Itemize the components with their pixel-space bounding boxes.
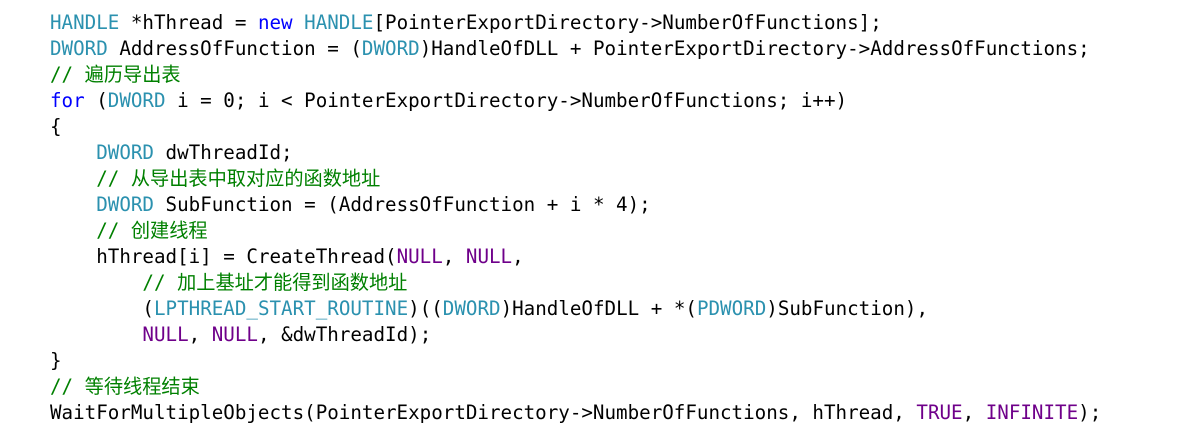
code-editor: HANDLE *hThread = new HANDLE[PointerExpo… (50, 10, 1190, 426)
code-line: hThread[i] = CreateThread(NULL, NULL, (50, 244, 1190, 270)
type-name: HANDLE (304, 11, 374, 34)
type-name: PDWORD (696, 297, 767, 320)
type-name: LPTHREAD_START_ROUTINE (153, 297, 409, 320)
code-line: for (DWORD i = 0; i < PointerExportDirec… (50, 88, 1190, 114)
comment: // 从导出表中取对应的函数地址 (96, 167, 381, 190)
macro-constant: TRUE (916, 401, 963, 424)
code-text: ); (1078, 401, 1102, 424)
code-line: HANDLE *hThread = new HANDLE[PointerExpo… (50, 10, 1190, 36)
type-name: DWORD (442, 297, 501, 320)
comment: // 创建线程 (96, 219, 208, 242)
code-text: } (50, 349, 62, 372)
code-text: AddressOfFunction = ( (107, 37, 362, 60)
code-line: // 加上基址才能得到函数地址 (50, 270, 1190, 296)
code-text: , (442, 245, 466, 268)
code-text: , &dwThreadId); (257, 323, 432, 346)
macro-constant: NULL (396, 245, 443, 268)
code-text: i = 0; i < PointerExportDirectory->Numbe… (165, 89, 848, 112)
code-line: DWORD SubFunction = (AddressOfFunction +… (50, 192, 1190, 218)
code-text: WaitForMultipleObjects(PointerExportDire… (50, 401, 917, 424)
code-line: // 从导出表中取对应的函数地址 (50, 166, 1190, 192)
code-line: DWORD AddressOfFunction = (DWORD)HandleO… (50, 36, 1190, 62)
code-line: // 遍历导出表 (50, 62, 1190, 88)
type-name: DWORD (107, 89, 166, 112)
type-name: DWORD (96, 193, 154, 216)
keyword: new (257, 11, 293, 34)
comment: // 等待线程结束 (50, 375, 200, 398)
code-text: )SubFunction), (766, 297, 928, 320)
code-line: } (50, 348, 1190, 374)
code-text: *hThread = (119, 11, 258, 34)
keyword: for (50, 89, 85, 112)
code-line: WaitForMultipleObjects(PointerExportDire… (50, 400, 1190, 426)
type-name: DWORD (96, 141, 154, 164)
macro-constant: NULL (465, 245, 513, 268)
code-text: )HandleOfDLL + *( (500, 297, 697, 320)
comment: // 遍历导出表 (50, 63, 181, 86)
code-text: )(( (408, 297, 443, 320)
code-text: hThread[i] = CreateThread( (96, 245, 397, 268)
code-line: // 创建线程 (50, 218, 1190, 244)
code-text: ( (84, 89, 108, 112)
code-text: )HandleOfDLL + PointerExportDirectory->A… (419, 37, 1090, 60)
code-line: NULL, NULL, &dwThreadId); (50, 322, 1190, 348)
type-name: HANDLE (50, 11, 120, 34)
code-text: SubFunction = (AddressOfFunction + i * 4… (153, 193, 651, 216)
type-name: DWORD (361, 37, 420, 60)
code-line: DWORD dwThreadId; (50, 140, 1190, 166)
macro-constant: NULL (142, 323, 189, 346)
code-text: , (512, 245, 524, 268)
type-name: DWORD (50, 37, 108, 60)
macro-constant: INFINITE (985, 401, 1079, 424)
code-text: dwThreadId; (153, 141, 293, 164)
macro-constant: NULL (211, 323, 258, 346)
code-text: [PointerExportDirectory->NumberOfFunctio… (373, 11, 882, 34)
code-text: ( (142, 297, 154, 320)
code-text: , (962, 401, 986, 424)
code-text: , (188, 323, 212, 346)
code-line: (LPTHREAD_START_ROUTINE)((DWORD)HandleOf… (50, 296, 1190, 322)
code-text: { (50, 115, 62, 138)
comment: // 加上基址才能得到函数地址 (142, 271, 408, 294)
code-line: // 等待线程结束 (50, 374, 1190, 400)
code-line: { (50, 114, 1190, 140)
